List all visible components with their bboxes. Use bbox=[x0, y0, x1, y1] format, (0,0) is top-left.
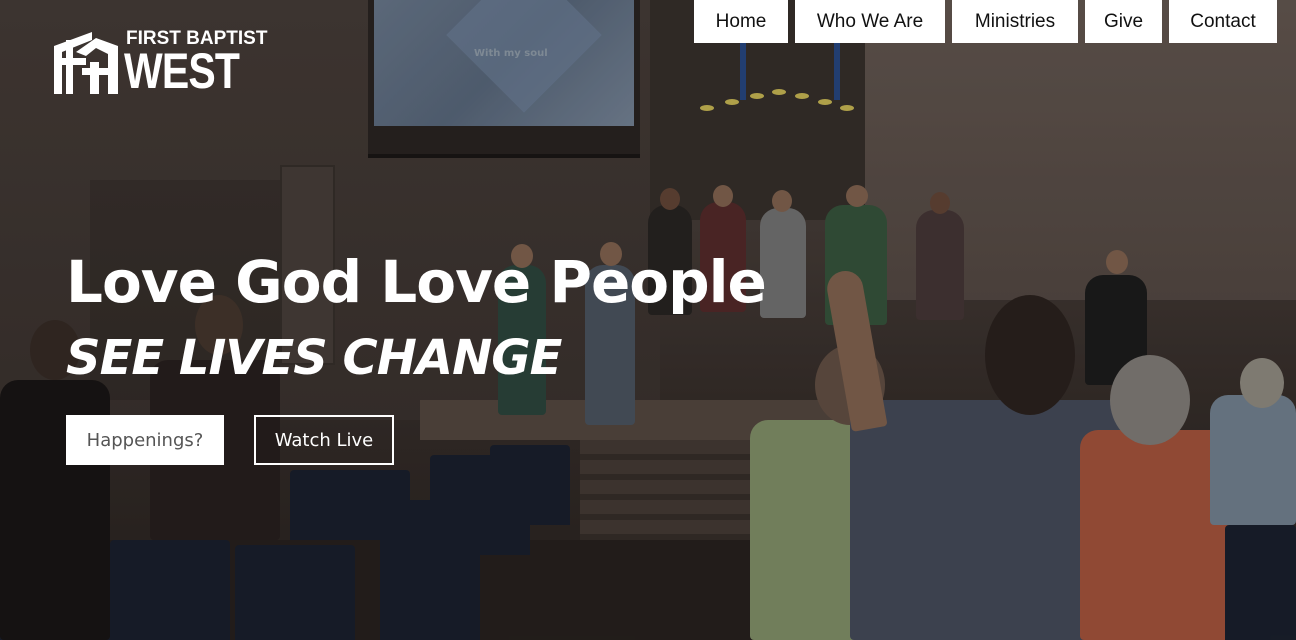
nav-ministries[interactable]: Ministries bbox=[952, 0, 1078, 43]
church-logo[interactable]: FIRST BAPTIST WEST bbox=[52, 28, 267, 99]
cross-logo-icon bbox=[54, 32, 118, 94]
hero-headline: Love God Love People bbox=[66, 248, 767, 316]
hero-subheadline: SEE LIVES CHANGE bbox=[66, 330, 562, 386]
nav-home[interactable]: Home bbox=[694, 0, 788, 43]
nav-give[interactable]: Give bbox=[1085, 0, 1162, 43]
logo-text-west: WEST bbox=[124, 43, 240, 99]
nav-contact[interactable]: Contact bbox=[1169, 0, 1277, 43]
nav-who-we-are[interactable]: Who We Are bbox=[795, 0, 945, 43]
watch-live-button[interactable]: Watch Live bbox=[254, 415, 394, 465]
main-nav: Home Who We Are Ministries Give Contact bbox=[694, 0, 1277, 43]
happenings-button[interactable]: Happenings? bbox=[66, 415, 224, 465]
